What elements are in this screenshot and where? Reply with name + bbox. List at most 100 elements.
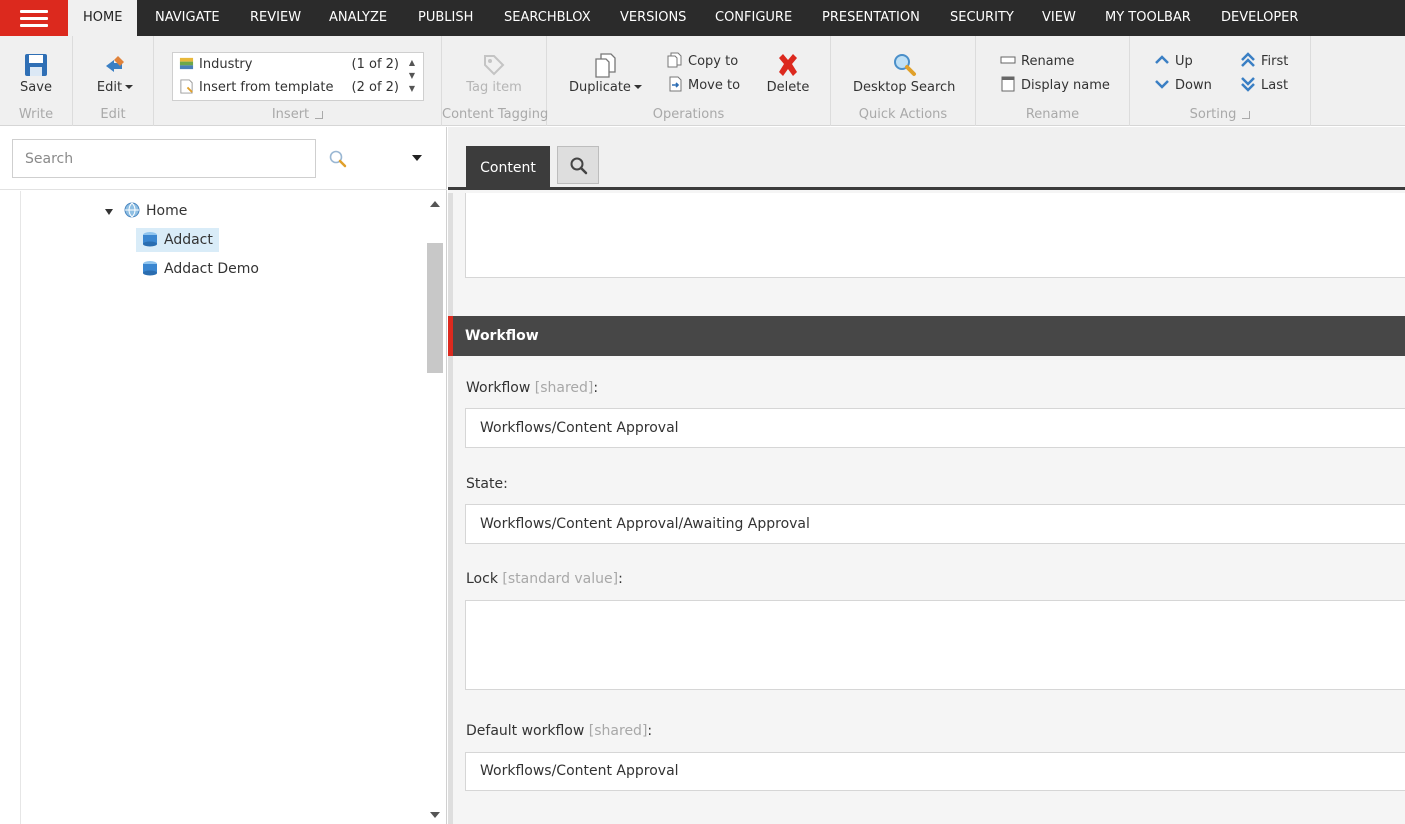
search-options-dropdown-icon[interactable] [412, 155, 422, 161]
search-icon[interactable] [328, 149, 348, 169]
content-tagging-group-label: Content Tagging [442, 107, 549, 122]
lock-field-textarea[interactable] [465, 600, 1405, 690]
save-label: Save [20, 80, 52, 95]
nav-tab-home[interactable]: HOME [68, 0, 138, 36]
template-icon [180, 79, 193, 94]
insert-option-industry[interactable]: Industry (1 of 2) [179, 54, 399, 76]
edit-label: Edit [96, 80, 123, 95]
nav-tab-versions[interactable]: VERSIONS [605, 0, 701, 36]
last-button[interactable]: Last [1240, 76, 1288, 96]
ribbon: Save Write Edit Edit Industry (1 of 2) I… [0, 36, 1405, 126]
tag-item-button[interactable]: Tag item [464, 52, 524, 95]
home-globe-icon [124, 202, 140, 218]
field-label-state: State: [466, 476, 508, 492]
duplicate-label: Duplicate [569, 80, 631, 95]
ribbon-group-quick-actions: Desktop Search Quick Actions [831, 36, 976, 126]
scrollbar-thumb[interactable] [427, 243, 443, 373]
ribbon-group-content-tagging: Tag item Content Tagging [442, 36, 549, 126]
tag-item-label: Tag item [466, 80, 522, 95]
hamburger-menu-icon[interactable] [0, 0, 68, 36]
ribbon-group-write: Save Write [0, 36, 73, 126]
delete-label: Delete [766, 80, 810, 95]
double-chevron-up-icon [1241, 52, 1255, 67]
content-tree-panel: Home Addact Addact Demo [0, 127, 447, 824]
site-icon [143, 261, 157, 276]
scroll-down-arrow-icon[interactable] [430, 812, 440, 818]
nav-tab-my-toolbar[interactable]: MY TOOLBAR [1090, 0, 1206, 36]
edit-group-label: Edit [100, 107, 126, 122]
save-icon [25, 54, 47, 76]
tree-search-bar [0, 127, 447, 190]
search-icon [570, 157, 588, 175]
insert-option-name: Insert from template [199, 80, 334, 95]
nav-tab-view[interactable]: VIEW [1027, 0, 1091, 36]
double-chevron-down-icon [1241, 77, 1255, 92]
tree-node-addact-demo[interactable]: Addact Demo [142, 257, 259, 281]
section-header-workflow[interactable]: Workflow [448, 316, 1405, 356]
rename-group-label: Rename [1025, 107, 1080, 122]
up-button[interactable]: Up [1154, 52, 1193, 72]
insert-option-from-template[interactable]: Insert from template (2 of 2) [179, 77, 399, 99]
chevron-up-icon [1155, 55, 1169, 64]
duplicate-icon [595, 53, 616, 78]
first-button[interactable]: First [1240, 52, 1288, 72]
tree-node-addact[interactable]: Addact [136, 228, 219, 252]
insert-option-count: (1 of 2) [351, 57, 399, 72]
operations-group-label: Operations [652, 107, 725, 122]
tag-icon [484, 55, 505, 76]
nav-tab-configure[interactable]: CONFIGURE [700, 0, 807, 36]
insert-option-name: Industry [199, 57, 253, 72]
field-label-lock: Lock [standard value]: [466, 571, 623, 587]
magnifier-icon [894, 54, 916, 76]
rename-icon [1000, 56, 1016, 64]
desktop-search-button[interactable]: Desktop Search [853, 52, 955, 95]
display-name-button[interactable]: Display name [1000, 76, 1110, 96]
insert-group-label: Insert [154, 107, 441, 122]
save-button[interactable]: Save [18, 52, 54, 95]
field-label-workflow: Workflow [shared]: [466, 380, 599, 396]
desktop-search-label: Desktop Search [853, 80, 956, 95]
nav-tab-presentation[interactable]: PRESENTATION [807, 0, 935, 36]
ribbon-group-rename: Rename Display name Rename [976, 36, 1130, 126]
insert-list-scroll[interactable]: ▲ ▼ ▼ [407, 56, 417, 95]
chevron-down-icon [1155, 80, 1169, 89]
copy-to-button[interactable]: Copy to [667, 52, 738, 72]
search-input[interactable] [12, 139, 316, 178]
nav-tab-searchblox[interactable]: SEARCHBLOX [489, 0, 606, 36]
tab-search[interactable] [557, 146, 599, 184]
ribbon-group-edit: Edit Edit [73, 36, 154, 126]
content-tree: Home Addact Addact Demo [20, 191, 447, 824]
down-button[interactable]: Down [1154, 76, 1212, 96]
edit-button[interactable]: Edit [95, 52, 135, 95]
copy-to-icon [667, 52, 682, 68]
nav-tab-review[interactable]: REVIEW [235, 0, 316, 36]
ribbon-group-sorting: Up Down First Last Sorting [1130, 36, 1311, 126]
tree-expand-arrow-icon[interactable] [105, 209, 113, 215]
state-field[interactable]: Workflows/Content Approval/Awaiting Appr… [465, 504, 1405, 544]
nav-tab-navigate[interactable]: NAVIGATE [140, 0, 235, 36]
duplicate-button[interactable]: Duplicate [569, 52, 642, 95]
tree-node-home[interactable]: Home [124, 199, 187, 223]
nav-tab-analyze[interactable]: ANALYZE [314, 0, 402, 36]
tree-scrollbar[interactable] [426, 191, 444, 824]
nav-tab-developer[interactable]: DEVELOPER [1206, 0, 1313, 36]
delete-icon [779, 54, 797, 76]
rename-button[interactable]: Rename [1000, 52, 1074, 72]
field-label-default-workflow: Default workflow [shared]: [466, 723, 653, 739]
previous-field-textarea[interactable] [465, 193, 1405, 278]
delete-button[interactable]: Delete [765, 52, 811, 95]
edit-icon [106, 56, 124, 72]
workflow-field[interactable]: Workflows/Content Approval [465, 408, 1405, 448]
display-name-icon [1001, 76, 1015, 92]
industry-icon [179, 57, 194, 70]
nav-tab-publish[interactable]: PUBLISH [403, 0, 488, 36]
nav-tab-security[interactable]: SECURITY [935, 0, 1029, 36]
content-editor-panel: Content Workflow Workflow [shared]: Work… [448, 127, 1405, 824]
tab-content[interactable]: Content [466, 146, 550, 190]
scroll-up-arrow-icon[interactable] [430, 201, 440, 207]
quick-actions-group-label: Quick Actions [858, 107, 948, 122]
move-to-button[interactable]: Move to [667, 76, 740, 96]
default-workflow-field[interactable]: Workflows/Content Approval [465, 752, 1405, 791]
site-icon [143, 232, 157, 247]
move-to-icon [669, 76, 682, 92]
